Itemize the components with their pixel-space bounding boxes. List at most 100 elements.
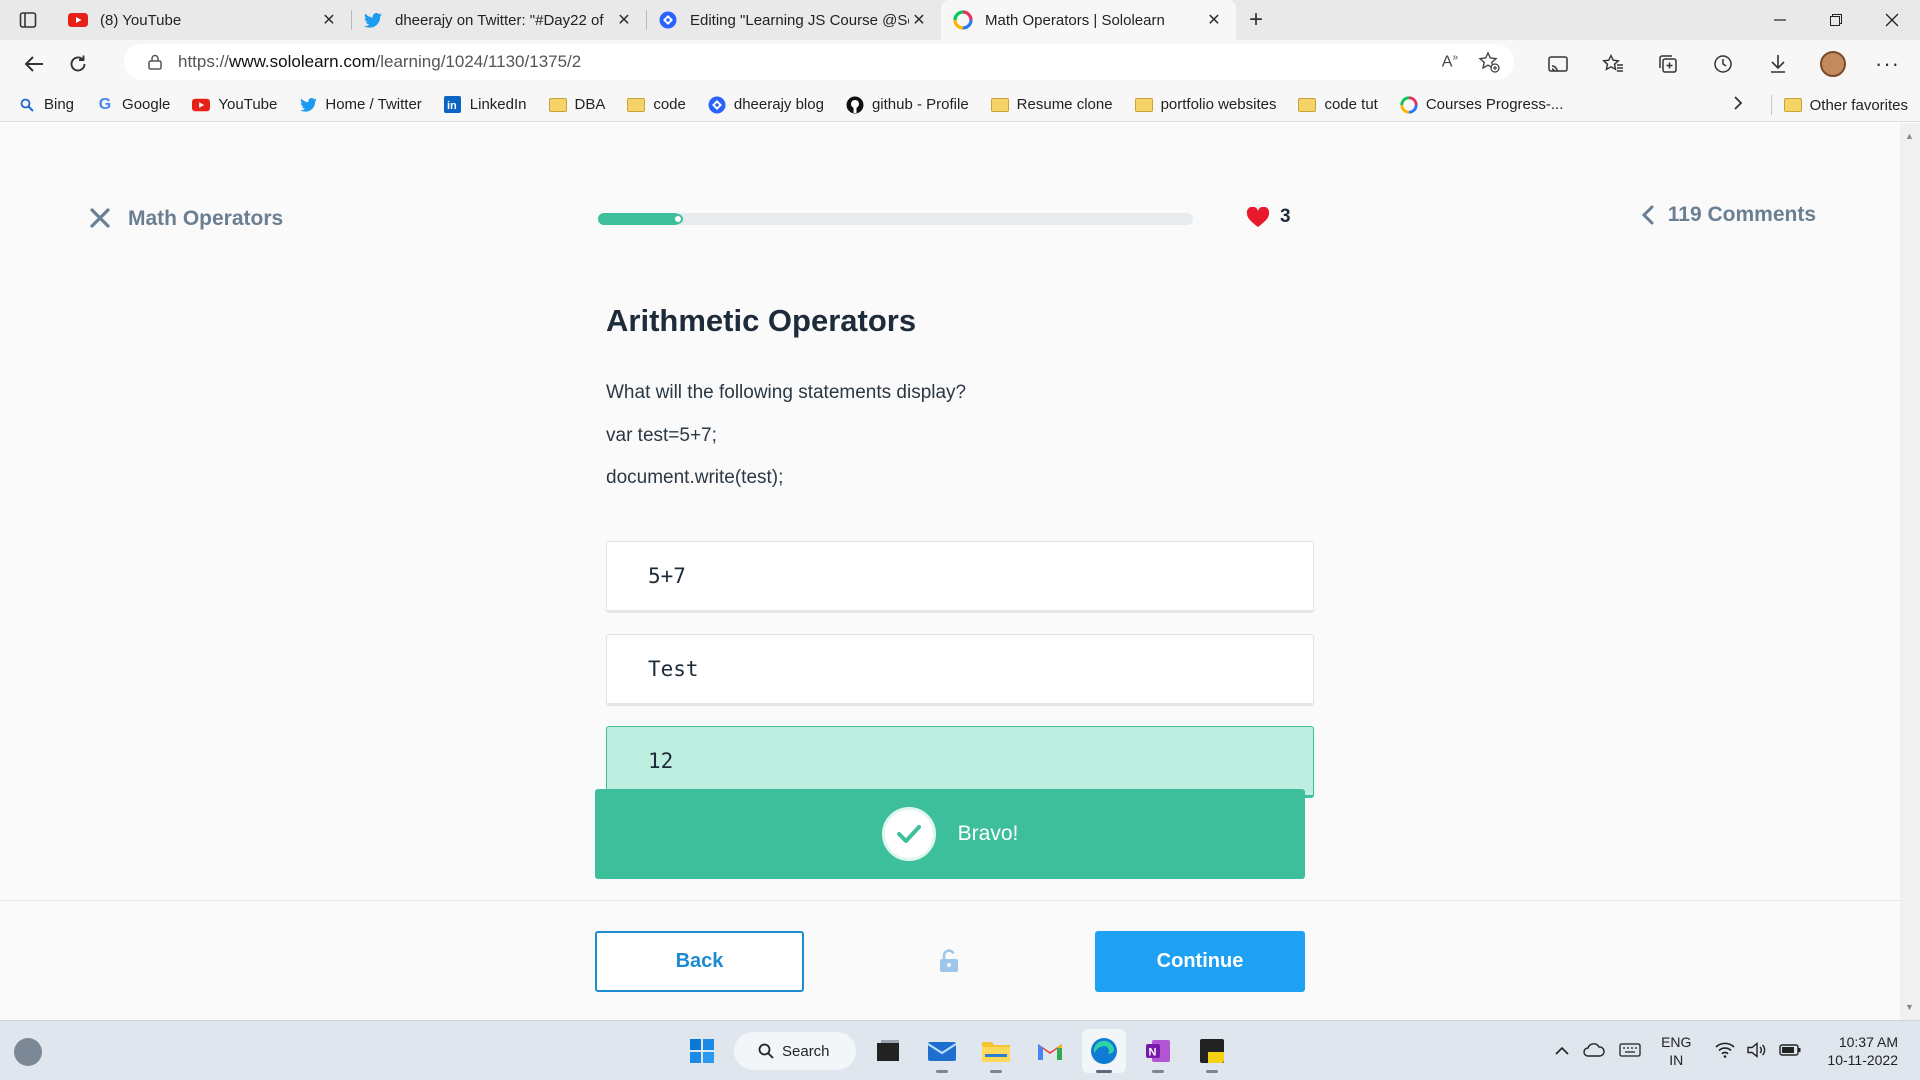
answer-option[interactable]: Test (606, 634, 1314, 706)
bookmark-github[interactable]: github - Profile (846, 96, 969, 114)
bookmarks-overflow-chevron-icon[interactable] (1733, 95, 1743, 115)
restore-button[interactable] (1808, 0, 1864, 40)
hearts-count: 3 (1280, 206, 1291, 227)
svg-text:N: N (1149, 1047, 1157, 1059)
tab-title: (8) YouTube (100, 11, 182, 29)
profile-button[interactable] (1805, 44, 1860, 84)
address-bar[interactable]: https://www.sololearn.com/learning/1024/… (124, 44, 1514, 80)
history-icon (1713, 55, 1732, 73)
bookmark-folder-code[interactable]: code (627, 96, 686, 114)
refresh-button[interactable] (56, 44, 100, 84)
tab-title: Math Operators | Sololearn (985, 11, 1165, 29)
favorites-star-icon (1601, 54, 1623, 72)
blog-icon (658, 10, 678, 30)
bookmark-folder-resume[interactable]: Resume clone (990, 96, 1113, 114)
folder-icon (1134, 96, 1153, 114)
keyboard-icon[interactable] (1619, 1042, 1641, 1060)
lock-icon (148, 54, 162, 70)
running-indicator (1152, 1070, 1164, 1073)
bookmark-courses-progress[interactable]: Courses Progress-... (1400, 95, 1563, 114)
tab-close-icon[interactable]: ✕ (319, 10, 339, 30)
close-window-button[interactable] (1864, 0, 1920, 40)
close-lesson-icon[interactable] (90, 203, 110, 235)
lesson-header: Math Operators (90, 203, 283, 235)
tab-sololearn[interactable]: Math Operators | Sololearn ✕ (941, 0, 1236, 40)
folder-icon (1298, 96, 1317, 114)
bookmark-folder-dba[interactable]: DBA (548, 96, 605, 114)
cast-button[interactable] (1530, 44, 1585, 84)
tab-youtube[interactable]: (8) YouTube ✕ (56, 0, 351, 40)
battery-icon (1779, 1043, 1801, 1059)
new-tab-button[interactable]: + (1236, 0, 1276, 40)
edge-browser-app[interactable] (1082, 1029, 1126, 1073)
gmail-app[interactable] (1028, 1029, 1072, 1073)
sticky-notes-app[interactable] (1190, 1029, 1234, 1073)
volume-icon (1747, 1041, 1767, 1061)
feedback-banner: Bravo! (595, 789, 1305, 879)
answer-option[interactable]: 5+7 (606, 541, 1314, 613)
quick-settings[interactable] (1715, 1041, 1801, 1061)
page-scrollbar[interactable]: ▲ ▼ (1900, 123, 1920, 1020)
onedrive-cloud-icon[interactable] (1583, 1042, 1605, 1060)
favorites-button[interactable] (1585, 44, 1640, 84)
tab-close-icon[interactable]: ✕ (614, 10, 634, 30)
back-button[interactable]: Back (595, 931, 804, 992)
start-button[interactable] (680, 1029, 724, 1073)
tab-editing-blog[interactable]: Editing "Learning JS Course @So ✕ (646, 0, 941, 40)
comments-button[interactable]: 119 Comments (1641, 203, 1816, 227)
downloads-button[interactable] (1750, 44, 1805, 84)
add-favorite-icon[interactable] (1478, 51, 1500, 73)
bookmark-youtube[interactable]: YouTube (192, 96, 277, 114)
taskbar-search[interactable]: Search (734, 1032, 856, 1070)
minimize-button[interactable] (1752, 0, 1808, 40)
avatar (1819, 51, 1846, 77)
language-indicator[interactable]: ENG IN (1661, 1033, 1691, 1069)
tab-close-icon[interactable]: ✕ (909, 10, 929, 30)
github-icon (846, 96, 864, 114)
answer-option-text: Test (648, 657, 699, 681)
tab-close-icon[interactable]: ✕ (1204, 10, 1224, 30)
tab-title: dheerajy on Twitter: "#Day22 of (395, 11, 604, 29)
read-aloud-icon[interactable]: A» (1442, 52, 1458, 71)
settings-more-button[interactable]: ··· (1860, 44, 1915, 84)
bookmark-dheerajy-blog[interactable]: dheerajy blog (708, 96, 824, 114)
answer-option-selected-correct[interactable]: 12 (606, 726, 1314, 798)
wifi-icon (1715, 1042, 1735, 1061)
google-icon: G (98, 95, 112, 113)
continue-button[interactable]: Continue (1095, 931, 1305, 992)
sololearn-icon (1400, 95, 1418, 114)
arrow-left-icon (24, 56, 43, 72)
folder-icon (990, 96, 1009, 114)
tab-actions-button[interactable] (0, 0, 56, 40)
collections-button[interactable] (1640, 44, 1695, 84)
folder-icon (627, 96, 646, 114)
clock[interactable]: 10:37 AM 10-11-2022 (1827, 1033, 1898, 1069)
show-hidden-icons-chevron-icon[interactable] (1555, 1043, 1569, 1059)
history-button[interactable] (1695, 44, 1750, 84)
sololearn-lesson-page: Math Operators 3 119 Comments Arithmetic… (0, 123, 1900, 1020)
bookmark-google[interactable]: G Google (96, 95, 171, 114)
task-view-button[interactable] (866, 1029, 910, 1073)
widgets-icon[interactable] (14, 1038, 42, 1066)
bookmark-twitter[interactable]: Home / Twitter (299, 96, 422, 114)
windows-start-icon (690, 1039, 714, 1063)
bookmark-folder-code-tut[interactable]: code tut (1298, 96, 1378, 114)
sticky-notes-icon (1200, 1039, 1224, 1063)
download-icon (1770, 55, 1785, 73)
mail-icon (927, 1042, 957, 1061)
code-line: document.write(test); (606, 467, 784, 488)
onenote-app[interactable]: N (1136, 1029, 1180, 1073)
back-nav-button[interactable] (12, 44, 56, 84)
bookmark-folder-portfolio[interactable]: portfolio websites (1134, 96, 1276, 114)
browser-toolbar: https://www.sololearn.com/learning/1024/… (0, 40, 1920, 88)
scroll-up-arrow-icon[interactable]: ▲ (1905, 131, 1914, 141)
url-text: https://www.sololearn.com/learning/1024/… (178, 52, 582, 71)
tab-twitter[interactable]: dheerajy on Twitter: "#Day22 of ✕ (351, 0, 646, 40)
bookmark-linkedin[interactable]: in LinkedIn (444, 96, 527, 114)
bookmark-other-favorites[interactable]: Other favorites (1783, 96, 1908, 114)
scroll-down-arrow-icon[interactable]: ▼ (1905, 1002, 1914, 1012)
mail-app[interactable] (920, 1029, 964, 1073)
code-line: var test=5+7; (606, 425, 717, 446)
file-explorer-app[interactable] (974, 1029, 1018, 1073)
bookmark-bing[interactable]: Bing (18, 96, 74, 114)
